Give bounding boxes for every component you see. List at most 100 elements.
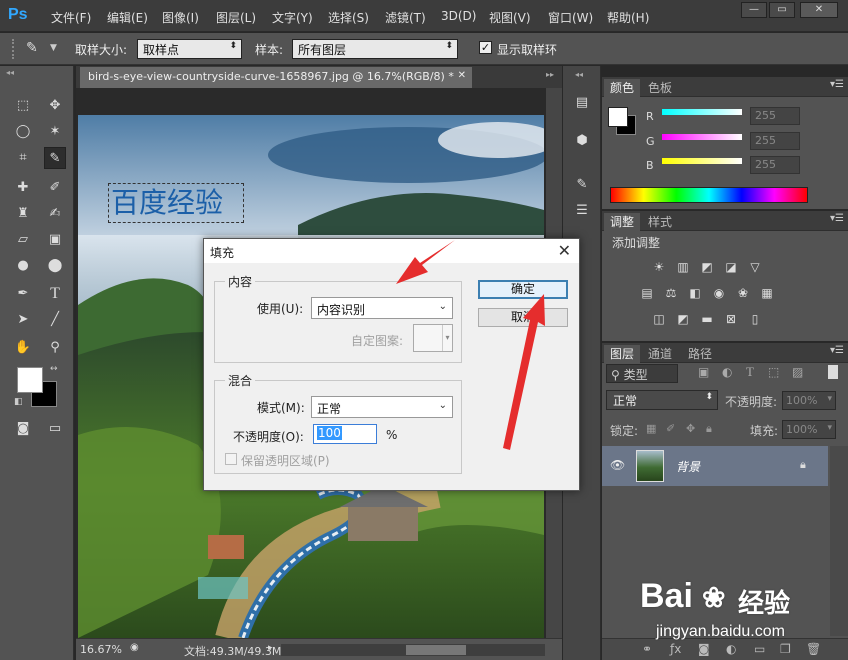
- screen-mode-icon[interactable]: ▭: [44, 418, 66, 440]
- tab-adjustments[interactable]: 调整: [604, 213, 641, 231]
- panel-menu-icon[interactable]: ▾☰: [830, 213, 844, 224]
- marquee-tool-icon[interactable]: ⬚: [12, 95, 34, 117]
- line-tool-icon[interactable]: ╱: [44, 309, 66, 331]
- lock-position-icon[interactable]: ✥: [686, 422, 695, 435]
- brightness-icon[interactable]: ☀: [650, 259, 668, 275]
- menu-help[interactable]: 帮助(H): [607, 9, 649, 26]
- use-select[interactable]: 内容识别 ⌄: [311, 297, 453, 319]
- filter-toggle[interactable]: [828, 365, 838, 379]
- vibrance-icon[interactable]: ▽: [746, 259, 764, 275]
- layer-row[interactable]: 👁︎ 背景 🔒︎: [602, 446, 828, 486]
- history-panel-icon[interactable]: ▤: [571, 92, 593, 114]
- quick-mask-icon[interactable]: ◙: [12, 418, 34, 440]
- brush-tool-icon[interactable]: ✐: [44, 177, 66, 199]
- properties-panel-icon[interactable]: ☰: [571, 200, 593, 222]
- ok-button[interactable]: 确定: [478, 280, 568, 299]
- filter-pixel-icon[interactable]: ▣: [698, 365, 709, 379]
- foreground-color-swatch[interactable]: [17, 367, 43, 393]
- filter-smart-icon[interactable]: ▨: [792, 365, 803, 379]
- channel-b-value[interactable]: 255: [750, 156, 800, 174]
- color-balance-icon[interactable]: ⚖: [662, 285, 680, 301]
- status-arrow-icon[interactable]: ▸: [268, 643, 273, 653]
- blur-tool-icon[interactable]: ●: [12, 255, 34, 277]
- hue-sat-icon[interactable]: ▤: [638, 285, 656, 301]
- color-lookup-icon[interactable]: ▦: [758, 285, 776, 301]
- menu-image[interactable]: 图像(I): [162, 9, 199, 26]
- status-icon[interactable]: ◉: [130, 642, 139, 653]
- blend-mode-select[interactable]: 正常 ⬍: [606, 390, 718, 410]
- dialog-title-bar[interactable]: 填充: [204, 239, 579, 263]
- levels-icon[interactable]: ▥: [674, 259, 692, 275]
- bw-icon[interactable]: ◧: [686, 285, 704, 301]
- clone-stamp-icon[interactable]: ♜: [12, 203, 34, 225]
- curves-icon[interactable]: ◩: [698, 259, 716, 275]
- tool-preset-chevron-icon[interactable]: ▼: [50, 43, 57, 53]
- lock-pixels-icon[interactable]: ✐: [666, 422, 675, 435]
- channel-r-slider[interactable]: [662, 109, 742, 115]
- panel-menu-icon[interactable]: ▾☰: [830, 79, 844, 90]
- collapse-icon[interactable]: ◂◂: [6, 68, 14, 77]
- collapse-icon[interactable]: ◂◂: [575, 70, 583, 79]
- dodge-tool-icon[interactable]: ⬤: [44, 255, 66, 277]
- menu-filter[interactable]: 滤镜(T): [385, 9, 426, 26]
- channel-b-slider[interactable]: [662, 158, 742, 164]
- filter-type-icon[interactable]: T: [746, 364, 754, 380]
- restore-button[interactable]: ▭: [769, 2, 795, 18]
- opacity-input[interactable]: 100: [313, 424, 377, 444]
- selective-color-icon[interactable]: ⊠: [722, 311, 740, 327]
- pen-tool-icon[interactable]: ✒: [12, 283, 34, 305]
- type-tool-icon[interactable]: T: [44, 283, 66, 305]
- sample-select[interactable]: 所有图层 ⬍: [292, 39, 458, 59]
- text-layer-selection[interactable]: 百度经验: [108, 183, 244, 223]
- custom-pattern-picker[interactable]: ▾: [413, 324, 453, 352]
- invert-icon[interactable]: ◫: [650, 311, 668, 327]
- exposure-icon[interactable]: ◪: [722, 259, 740, 275]
- cancel-button[interactable]: 取消: [478, 308, 568, 327]
- magic-wand-icon[interactable]: ✶: [44, 121, 66, 143]
- color-spectrum-ramp[interactable]: [610, 187, 808, 203]
- zoom-tool-icon[interactable]: ⚲: [44, 337, 66, 359]
- crop-tool-icon[interactable]: ⌗: [12, 147, 34, 169]
- close-tab-icon[interactable]: ✕: [458, 70, 466, 81]
- eyedropper-tool-icon[interactable]: ✎: [44, 147, 66, 169]
- eraser-tool-icon[interactable]: ▱: [12, 229, 34, 251]
- threshold-icon[interactable]: ▬: [698, 311, 716, 327]
- document-tab[interactable]: bird-s-eye-view-countryside-curve-165896…: [80, 67, 472, 88]
- filter-shape-icon[interactable]: ⬚: [768, 365, 779, 379]
- sample-size-select[interactable]: 取样点 ⬍: [137, 39, 242, 59]
- panel-expand-icon[interactable]: ▸▸: [546, 70, 554, 79]
- channel-r-value[interactable]: 255: [750, 107, 800, 125]
- menu-select[interactable]: 选择(S): [328, 9, 369, 26]
- tab-paths[interactable]: 路径: [682, 345, 718, 363]
- menu-edit[interactable]: 编辑(E): [107, 9, 148, 26]
- scrollbar-thumb[interactable]: [406, 645, 466, 655]
- eyedropper-icon[interactable]: ✎: [26, 40, 38, 56]
- close-dialog-icon[interactable]: ✕: [558, 241, 571, 260]
- mode-select[interactable]: 正常 ⌄: [311, 396, 453, 418]
- menu-file[interactable]: 文件(F): [51, 9, 91, 26]
- posterize-icon[interactable]: ◩: [674, 311, 692, 327]
- preserve-transparency-checkbox[interactable]: [225, 453, 237, 465]
- panel-menu-icon[interactable]: ▾☰: [830, 345, 844, 356]
- tab-layers[interactable]: 图层: [604, 345, 641, 363]
- minimize-button[interactable]: —: [741, 2, 767, 18]
- color-fg-swatch[interactable]: [608, 107, 628, 127]
- grip-handle[interactable]: [12, 39, 22, 59]
- menu-window[interactable]: 窗口(W): [548, 9, 593, 26]
- close-window-button[interactable]: ✕: [800, 2, 838, 18]
- layer-filter-select[interactable]: ⚲ 类型: [606, 364, 678, 383]
- lock-transparent-icon[interactable]: ▦: [646, 422, 656, 435]
- gradient-tool-icon[interactable]: ▣: [44, 229, 66, 251]
- channel-mixer-icon[interactable]: ❀: [734, 285, 752, 301]
- tab-color[interactable]: 颜色: [604, 79, 641, 97]
- opacity-field[interactable]: 100% ▾: [782, 391, 836, 410]
- channel-g-value[interactable]: 255: [750, 132, 800, 150]
- filter-adjust-icon[interactable]: ◐: [722, 365, 732, 379]
- healing-brush-icon[interactable]: ✚: [12, 177, 34, 199]
- menu-view[interactable]: 视图(V): [489, 9, 531, 26]
- menu-layer[interactable]: 图层(L): [216, 9, 256, 26]
- history-brush-icon[interactable]: ✍: [44, 203, 66, 225]
- fill-field[interactable]: 100% ▾: [782, 420, 836, 439]
- tab-styles[interactable]: 样式: [642, 213, 678, 231]
- lasso-tool-icon[interactable]: ◯: [12, 121, 34, 143]
